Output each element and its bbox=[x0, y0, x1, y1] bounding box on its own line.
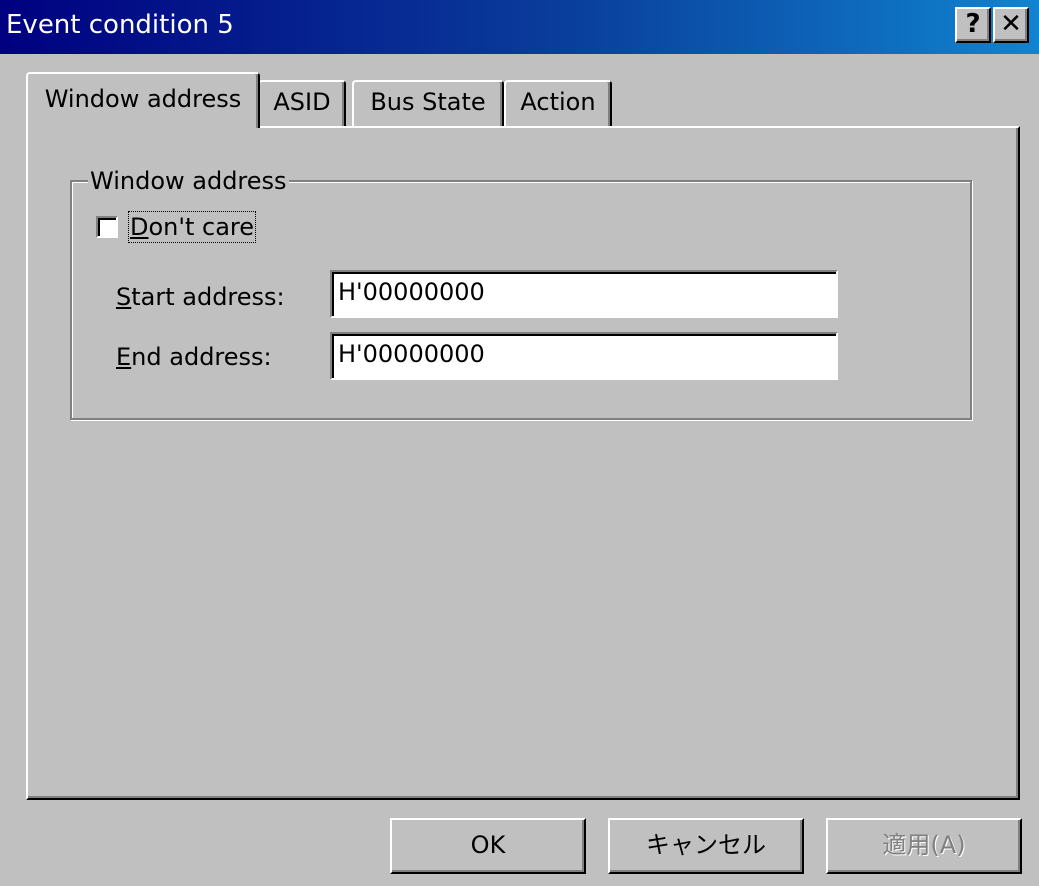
end-address-input[interactable]: H'00000000 bbox=[330, 332, 838, 380]
tab-bus-state[interactable]: Bus State bbox=[352, 80, 504, 126]
event-condition-dialog: Event condition 5 ? ✕ Window address ASI… bbox=[0, 0, 1039, 886]
tab-window-address[interactable]: Window address bbox=[26, 72, 260, 128]
start-address-label-text: tart address: bbox=[131, 283, 285, 311]
end-address-label-text: nd address: bbox=[131, 343, 272, 371]
dont-care-label[interactable]: Don't care bbox=[127, 211, 257, 243]
help-icon[interactable]: ? bbox=[955, 7, 991, 43]
window-title: Event condition 5 bbox=[6, 10, 234, 40]
close-icon[interactable]: ✕ bbox=[993, 7, 1029, 43]
end-address-label: End address: bbox=[116, 342, 272, 372]
cancel-button[interactable]: キャンセル bbox=[608, 818, 804, 874]
start-address-mnemonic: S bbox=[116, 283, 132, 311]
dont-care-checkbox[interactable] bbox=[96, 216, 118, 238]
end-address-mnemonic: E bbox=[116, 343, 132, 371]
start-address-input[interactable]: H'00000000 bbox=[330, 270, 838, 318]
ok-button[interactable]: OK bbox=[390, 818, 586, 874]
dont-care-row[interactable]: Don't care bbox=[96, 211, 257, 243]
dont-care-label-text: on't care bbox=[148, 213, 255, 241]
dont-care-mnemonic: D bbox=[130, 213, 149, 241]
start-address-label: Start address: bbox=[116, 282, 285, 312]
apply-button[interactable]: 適用(A) bbox=[826, 818, 1022, 874]
tab-action[interactable]: Action bbox=[504, 80, 612, 126]
title-bar[interactable]: Event condition 5 ? ✕ bbox=[0, 0, 1039, 54]
tab-asid[interactable]: ASID bbox=[258, 80, 346, 126]
group-legend: Window address bbox=[88, 166, 289, 196]
